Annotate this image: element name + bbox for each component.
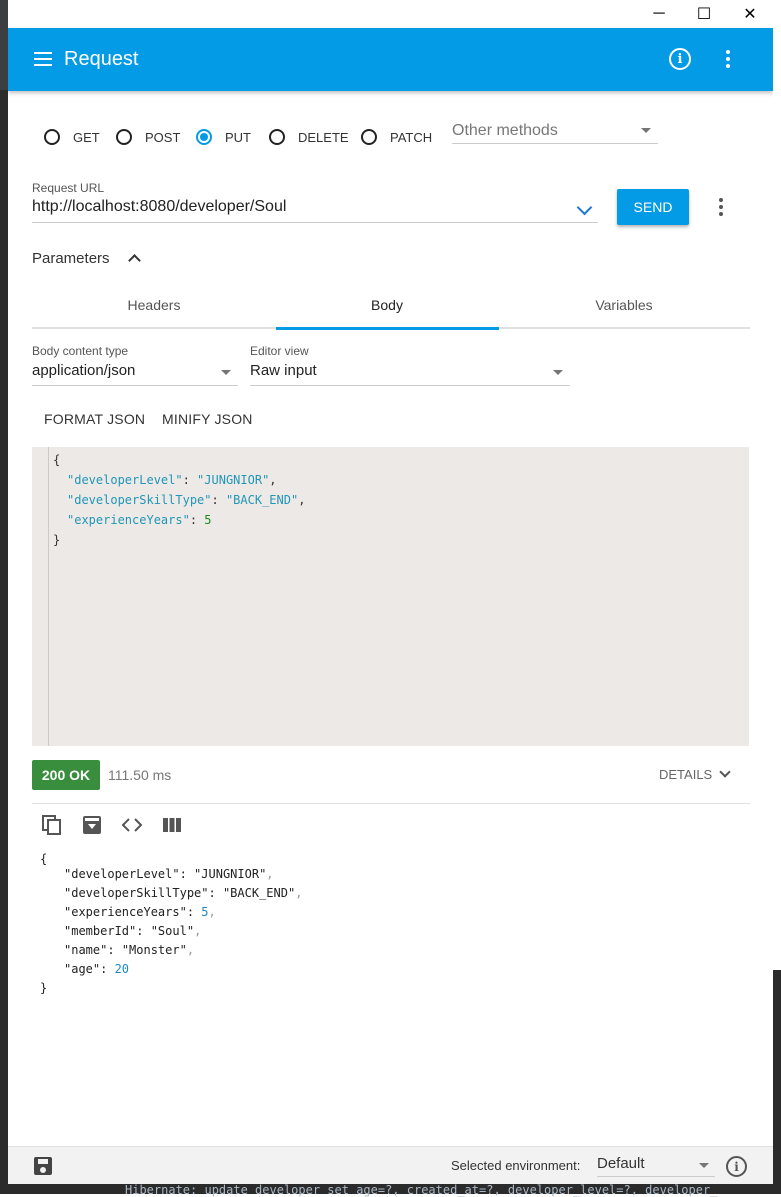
background-ide-left-top — [0, 0, 8, 90]
method-radio-get[interactable]: GET — [44, 129, 100, 145]
dropdown-caret-icon — [221, 370, 231, 375]
more-vert-icon[interactable] — [719, 198, 725, 219]
more-vert-icon[interactable] — [726, 50, 732, 71]
response-line: { — [40, 852, 48, 866]
editor-line: { — [53, 453, 61, 467]
tab-body[interactable]: Body — [276, 297, 498, 313]
dropdown-caret-icon — [699, 1163, 709, 1168]
url-label: Request URL — [32, 181, 105, 195]
minimize-button[interactable]: ─ — [636, 0, 682, 28]
other-methods-select[interactable]: Other methods — [452, 118, 658, 144]
save-response-icon[interactable] — [81, 814, 103, 836]
app-bar: Request i — [8, 28, 773, 91]
background-console-text: Hibernate: update developer set age=?, c… — [125, 1183, 718, 1197]
method-radio-patch[interactable]: PATCH — [361, 129, 432, 145]
response-line: "age": 20 — [64, 962, 130, 976]
send-button[interactable]: SEND — [617, 189, 689, 225]
maximize-button[interactable]: ☐ — [681, 0, 727, 28]
editor-line: "developerLevel": "JUNGNIOR", — [67, 473, 277, 487]
info-icon[interactable]: i — [726, 1156, 747, 1177]
parameters-toggle[interactable]: Parameters — [32, 250, 110, 267]
editor-line: "experienceYears": 5 — [67, 513, 212, 527]
response-line: "memberId": "Soul", — [64, 924, 202, 938]
editor-view-select[interactable]: Raw input — [250, 362, 570, 386]
response-line: "developerLevel": "JUNGNIOR", — [64, 867, 274, 881]
close-button[interactable]: ✕ — [727, 0, 773, 28]
hamburger-icon[interactable] — [34, 52, 52, 66]
details-button[interactable]: DETAILS — [659, 767, 712, 782]
radio-checked-icon — [196, 129, 212, 145]
app-window: ─ ☐ ✕ Request i GET POST PUT DELETE PATC… — [8, 0, 773, 1184]
chevron-up-icon[interactable] — [128, 254, 141, 267]
active-tab-indicator — [276, 327, 499, 330]
dropdown-caret-icon — [641, 128, 651, 133]
page-title: Request — [64, 48, 139, 70]
dropdown-caret-icon — [553, 370, 563, 375]
tab-headers[interactable]: Headers — [43, 297, 265, 313]
response-line: } — [40, 981, 48, 995]
url-input[interactable]: http://localhost:8080/developer/Soul — [32, 198, 598, 223]
radio-ring-icon — [116, 129, 132, 145]
response-time: 111.50 ms — [108, 767, 172, 783]
body-editor[interactable]: { "developerLevel": "JUNGNIOR", "develop… — [32, 447, 749, 746]
content-type-label: Body content type — [32, 344, 129, 358]
columns-view-icon[interactable] — [161, 814, 183, 836]
save-icon[interactable] — [34, 1157, 52, 1175]
code-view-icon[interactable] — [121, 814, 143, 836]
editor-gutter — [48, 447, 49, 746]
format-json-button[interactable]: FORMAT JSON — [44, 411, 145, 427]
bottom-bar: Selected environment: Default i — [8, 1146, 773, 1184]
response-line: "developerSkillType": "BACK_END", — [64, 886, 303, 900]
response-line: "experienceYears": 5, — [64, 905, 216, 919]
method-radio-put[interactable]: PUT — [196, 129, 251, 145]
chevron-down-icon[interactable] — [719, 766, 731, 778]
response-line: "name": "Monster", — [64, 943, 195, 957]
content-type-select[interactable]: application/json — [32, 362, 238, 386]
background-ide-right — [773, 970, 781, 1194]
radio-ring-icon — [269, 129, 285, 145]
radio-ring-icon — [44, 129, 60, 145]
radio-ring-icon — [361, 129, 377, 145]
editor-line: } — [53, 533, 61, 547]
copy-icon[interactable] — [41, 814, 63, 836]
minify-json-button[interactable]: MINIFY JSON — [162, 411, 253, 427]
method-radio-post[interactable]: POST — [116, 129, 180, 145]
tab-variables[interactable]: Variables — [513, 297, 735, 313]
environment-select[interactable]: Default — [597, 1155, 715, 1177]
environment-label: Selected environment: — [451, 1158, 581, 1173]
status-badge: 200 OK — [32, 760, 100, 790]
method-radio-delete[interactable]: DELETE — [269, 129, 349, 145]
title-bar: ─ ☐ ✕ — [8, 0, 773, 28]
info-icon[interactable]: i — [669, 48, 691, 70]
editor-line: "developerSkillType": "BACK_END", — [67, 493, 306, 507]
response-divider — [32, 803, 750, 804]
editor-view-label: Editor view — [250, 344, 309, 358]
